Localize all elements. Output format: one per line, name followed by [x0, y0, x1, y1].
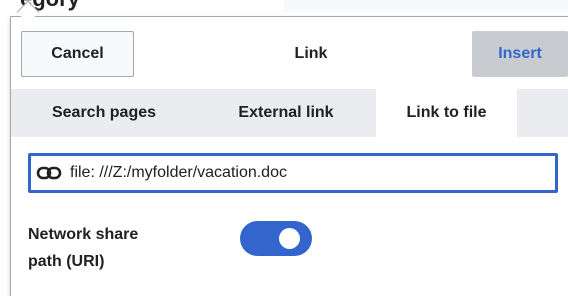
dialog-header: Cancel Link Insert: [11, 17, 568, 89]
link-icon: [36, 166, 62, 180]
tab-search-pages[interactable]: Search pages: [29, 89, 179, 137]
dialog-title: Link: [294, 45, 328, 62]
background-panel: [284, 0, 568, 12]
network-share-toggle[interactable]: [240, 221, 312, 256]
toggle-knob: [279, 228, 300, 249]
tab-external-link[interactable]: External link: [211, 89, 361, 137]
tab-link-to-file[interactable]: Link to file: [376, 89, 517, 137]
link-input-field[interactable]: [28, 153, 558, 193]
network-share-label-line1: Network share: [28, 226, 139, 243]
cancel-button[interactable]: Cancel: [21, 31, 134, 77]
screen: egory Cancel Link Insert Search pages Ex…: [0, 0, 568, 296]
link-input[interactable]: [62, 155, 556, 191]
dialog-body: Network share path (URI): [11, 137, 568, 296]
network-share-label: Network share path (URI): [28, 221, 198, 275]
link-dialog: Cancel Link Insert Search pages External…: [10, 16, 568, 296]
insert-button[interactable]: Insert: [472, 31, 568, 77]
tab-bar: Search pages External link Link to file: [11, 89, 568, 137]
network-share-label-line2: path (URI): [28, 253, 105, 270]
